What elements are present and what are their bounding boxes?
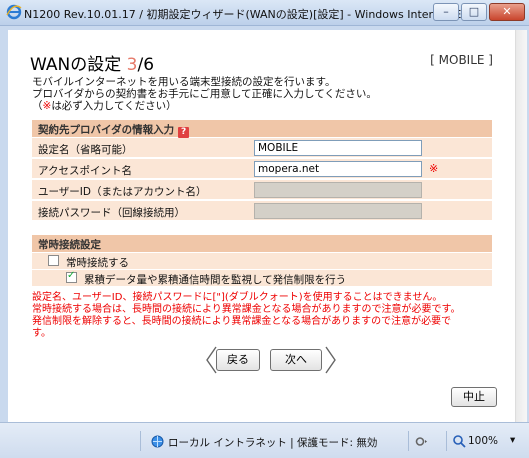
help-icon[interactable]: ?: [178, 127, 190, 138]
field-row-password: 接続パスワード（回線接続用）: [32, 201, 492, 221]
monitor-limit-label[interactable]: 累積データ量や累積通信時間を監視して発信制限を行う: [84, 272, 346, 287]
status-separator: [408, 431, 409, 451]
warning-line-1: 設定名、ユーザーID、接続パスワードに["](ダブルクォート)を使用することはで…: [32, 292, 443, 303]
intro-line-3-text: は必ず入力してください）: [51, 100, 177, 112]
back-button[interactable]: 戻る: [216, 349, 260, 371]
zoom-level[interactable]: 100%: [468, 435, 498, 447]
page-title-total: /6: [137, 55, 155, 75]
window-titlebar: N1200 Rev.10.01.17 / 初期設定ウィザード(WANの設定)[設…: [0, 0, 529, 26]
monitor-row: 累積データ量や累積通信時間を監視して発信制限を行う: [32, 270, 492, 286]
window-frame-left: [0, 26, 8, 458]
setting-name-input[interactable]: [254, 140, 422, 156]
zoom-icon[interactable]: [452, 434, 466, 448]
intro-line-1: モバイルインターネットを用いる端末型接続の設定を行います。: [32, 76, 336, 88]
monitor-limit-checkbox[interactable]: [66, 270, 77, 283]
intro-line-2: プロバイダからの契約書をお手元にご用意して正確に入力してください。: [32, 88, 377, 100]
always-on-checkbox[interactable]: [48, 255, 59, 266]
password-input: [254, 203, 422, 219]
warning-line-4: す。: [32, 328, 51, 339]
setting-name-label: 設定名（省略可能）: [38, 144, 133, 156]
field-row-setting-name: 設定名（省略可能）: [32, 138, 492, 158]
minimize-button[interactable]: –: [433, 3, 459, 21]
provider-section-title: 契約先プロバイダの情報入力: [38, 124, 175, 136]
intro-line-3: （※は必ず入力してください）: [32, 100, 492, 112]
required-mark: ※: [42, 100, 52, 112]
field-row-access-point: アクセスポイント名 ※: [32, 159, 492, 179]
page-title-main: WANの設定: [30, 55, 127, 75]
page-title-step: 3: [126, 55, 138, 75]
warning-line-2: 常時接続する場合は、長時間の接続により異常課金となる場合がありますので注意が必要…: [32, 304, 461, 315]
access-point-input[interactable]: [254, 161, 422, 177]
required-mark-access-point: ※: [429, 162, 439, 175]
field-row-user-id: ユーザーID（またはアカウント名）: [32, 180, 492, 200]
user-id-label: ユーザーID（またはアカウント名）: [38, 186, 207, 198]
provider-section-header: 契約先プロバイダの情報入力?: [32, 120, 492, 138]
access-point-label: アクセスポイント名: [38, 165, 132, 177]
window-title: N1200 Rev.10.01.17 / 初期設定ウィザード(WANの設定)[設…: [24, 8, 486, 21]
user-id-input: [254, 182, 422, 198]
stop-button[interactable]: 中止: [451, 387, 497, 407]
page-content: WANの設定 3/6 [ MOBILE ] モバイルインターネットを用いる端末型…: [8, 30, 515, 422]
maximize-button[interactable]: □: [461, 3, 487, 21]
connection-type-label: [ MOBILE ]: [430, 53, 493, 67]
always-on-section-title: 常時接続設定: [38, 239, 101, 251]
intro-text: モバイルインターネットを用いる端末型接続の設定を行います。 プロバイダからの契約…: [32, 76, 492, 112]
status-separator: [446, 431, 447, 451]
always-on-section-header: 常時接続設定: [32, 235, 492, 252]
vertical-scrollbar[interactable]: [515, 30, 527, 422]
warning-text: 設定名、ユーザーID、接続パスワードに["](ダブルクォート)を使用することはで…: [32, 292, 502, 340]
always-on-label[interactable]: 常時接続する: [66, 255, 129, 270]
internet-explorer-icon: [6, 4, 22, 20]
settings-gear-icon[interactable]: [414, 435, 428, 448]
next-chevron-icon: [325, 346, 336, 374]
intranet-zone-icon: [151, 435, 164, 448]
warning-line-3: 発信制限を解除すると、長時間の接続により異常課金となる場合がありますので注意が必…: [32, 316, 452, 327]
intro-paren: （: [32, 100, 43, 112]
next-button[interactable]: 次へ: [270, 349, 322, 371]
minimize-icon: –: [443, 5, 449, 18]
page-title: WANの設定 3/6: [30, 50, 154, 75]
always-on-row: 常時接続する: [32, 253, 492, 269]
status-bar: ローカル イントラネット | 保護モード: 無効 100% ▾: [0, 422, 529, 458]
close-icon: ✕: [502, 5, 512, 18]
security-zone-text[interactable]: ローカル イントラネット | 保護モード: 無効: [168, 435, 377, 450]
close-button[interactable]: ✕: [489, 3, 525, 21]
status-separator: [140, 431, 141, 451]
maximize-icon: □: [468, 5, 480, 18]
password-label: 接続パスワード（回線接続用）: [38, 207, 185, 219]
zoom-dropdown-icon[interactable]: ▾: [510, 434, 515, 446]
